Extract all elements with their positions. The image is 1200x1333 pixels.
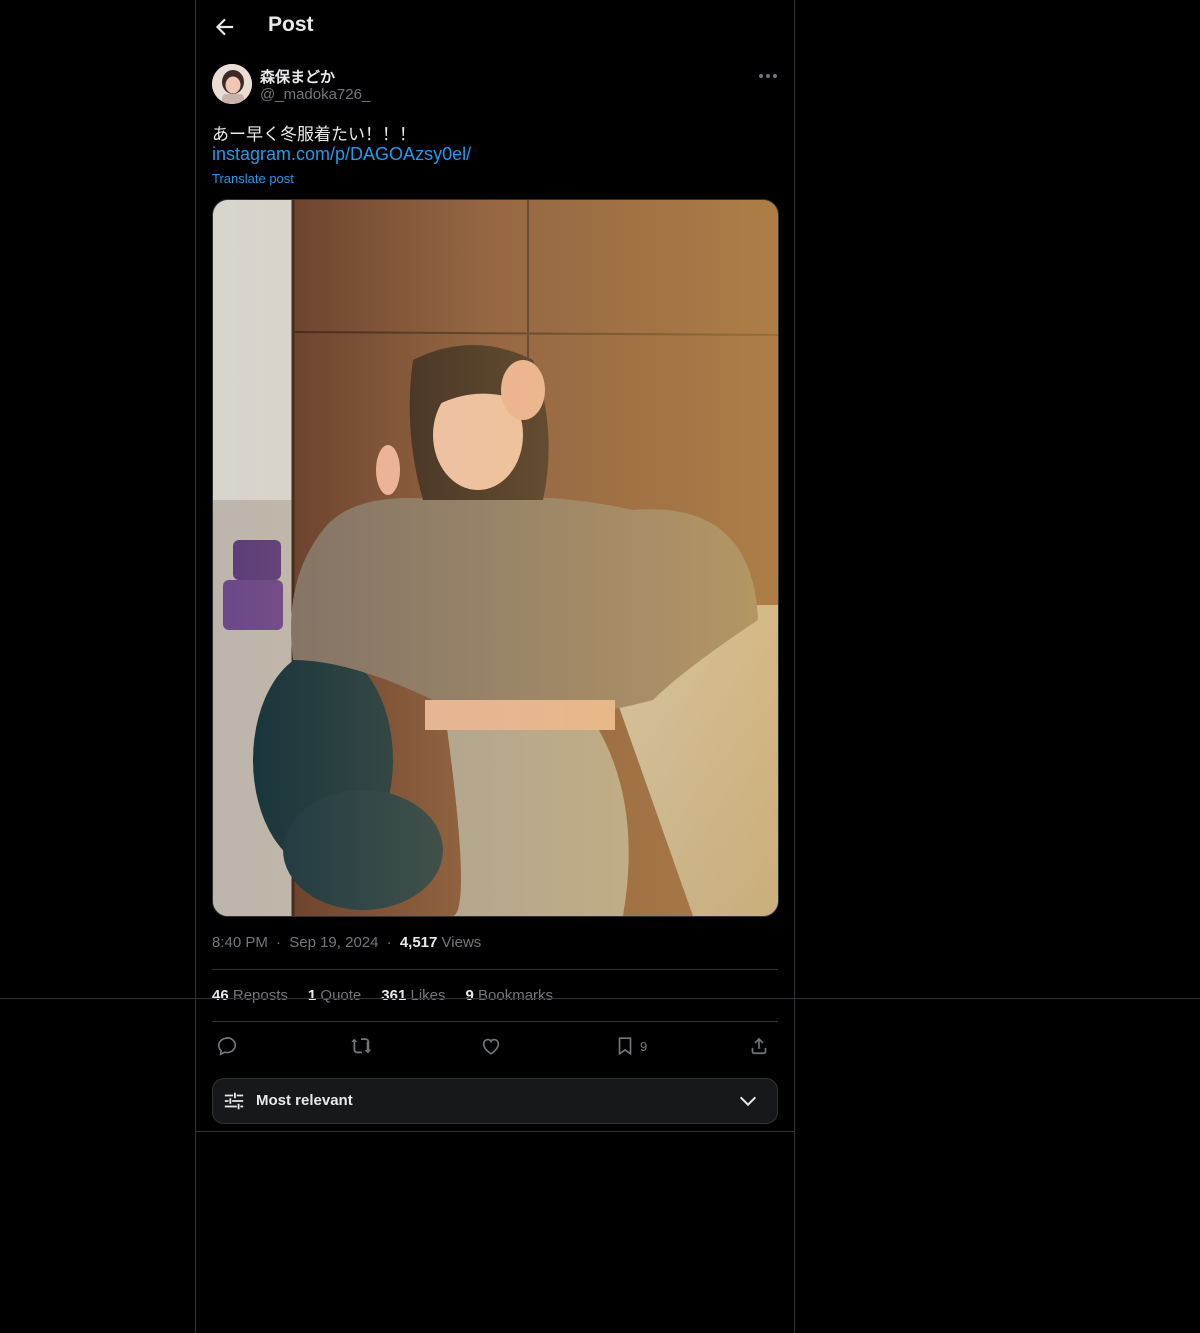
- page-title: Post: [268, 13, 314, 36]
- bookmark-button[interactable]: 9: [614, 1034, 647, 1058]
- post-time[interactable]: 8:40 PM: [212, 934, 268, 951]
- engagement-stats: 46 Reposts 1 Quote 361 Likes 9 Bookmarks: [212, 987, 553, 1004]
- likes-stat[interactable]: 361 Likes: [381, 987, 445, 1004]
- avatar[interactable]: [212, 64, 252, 104]
- bookmark-icon: [618, 1037, 632, 1056]
- quotes-count: 1: [307, 987, 317, 1004]
- divider: [212, 1021, 778, 1022]
- reply-icon: [217, 1037, 237, 1056]
- quotes-stat[interactable]: 1 Quote: [308, 987, 361, 1004]
- chevron-down-icon: [739, 1096, 757, 1107]
- share-button[interactable]: [748, 1034, 770, 1058]
- views-count: 4,517: [399, 934, 438, 951]
- likes-count: 361: [381, 987, 407, 1004]
- filter-sliders-icon: [224, 1092, 244, 1110]
- meta-separator: ·: [386, 934, 392, 951]
- quotes-label: Quote: [320, 987, 362, 1004]
- sort-label: Most relevant: [256, 1092, 353, 1109]
- reposts-count: 46: [212, 987, 229, 1004]
- repost-button[interactable]: [349, 1034, 373, 1058]
- bookmarks-label: Bookmarks: [478, 987, 554, 1004]
- reposts-stat[interactable]: 46 Reposts: [212, 987, 288, 1004]
- post-date[interactable]: Sep 19, 2024: [289, 934, 378, 951]
- photo-image: [213, 200, 778, 916]
- like-button[interactable]: [480, 1034, 502, 1058]
- bookmark-count: 9: [640, 1038, 648, 1054]
- post-text: あー早く冬服着たい！！！: [212, 125, 416, 144]
- meta-separator: ·: [276, 934, 282, 951]
- divider: [212, 969, 778, 970]
- sort-dropdown[interactable]: Most relevant: [212, 1078, 778, 1124]
- arrow-left-icon: [215, 18, 234, 36]
- bookmarks-stat[interactable]: 9 Bookmarks: [466, 987, 554, 1004]
- main-column: Post 森保まどか @_madoka726_ あー早く冬服着たい！！！ ins…: [195, 0, 795, 1333]
- post-photo[interactable]: [212, 199, 779, 917]
- horizontal-guide-line: [0, 998, 1200, 999]
- more-options-button[interactable]: [756, 66, 780, 86]
- views-label: Views: [441, 934, 482, 951]
- top-bar: Post: [196, 0, 794, 54]
- author-handle[interactable]: @_madoka726_: [260, 86, 370, 103]
- section-divider: [196, 1131, 794, 1132]
- author-name[interactable]: 森保まどか: [260, 66, 335, 87]
- more-icon: [759, 74, 777, 78]
- share-icon: [751, 1037, 767, 1055]
- likes-label: Likes: [410, 987, 446, 1004]
- reply-button[interactable]: [216, 1034, 238, 1058]
- repost-icon: [351, 1038, 372, 1054]
- action-bar: 9: [212, 1034, 778, 1060]
- post-meta: 8:40 PM · Sep 19, 2024 · 4,517 Views: [212, 934, 481, 951]
- translate-button[interactable]: Translate post: [212, 171, 294, 186]
- heart-icon: [482, 1038, 500, 1055]
- reposts-label: Reposts: [232, 987, 288, 1004]
- bookmarks-count: 9: [465, 987, 474, 1004]
- post-link[interactable]: instagram.com/p/DAGOAzsy0el/: [212, 144, 471, 165]
- back-button[interactable]: [212, 14, 238, 40]
